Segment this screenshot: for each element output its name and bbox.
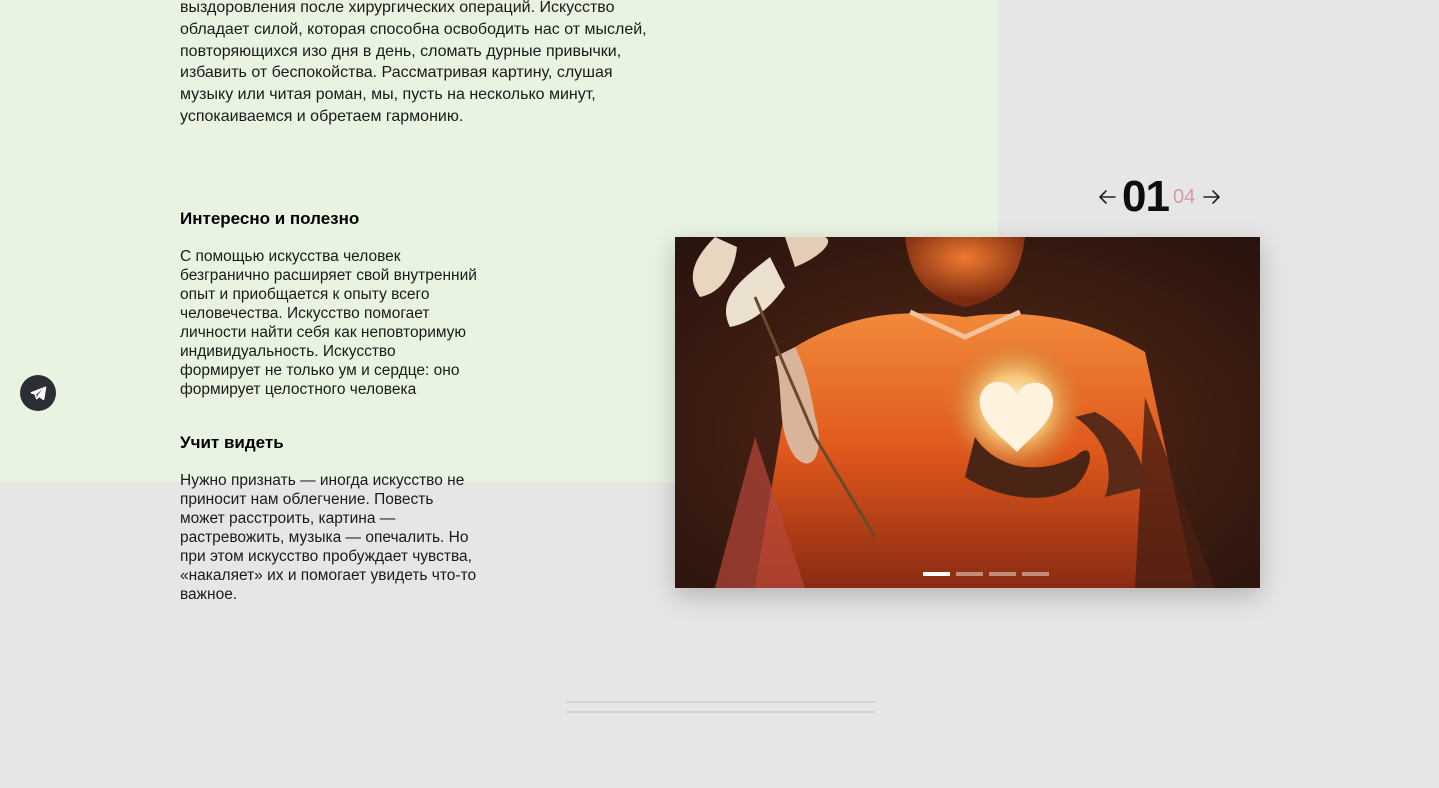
slide-dot-2[interactable] — [956, 572, 983, 576]
footer-divider-bottom — [566, 711, 875, 713]
page: выздоровления после хирургических операц… — [0, 0, 1439, 788]
slide-pagination — [923, 572, 1049, 576]
footer-divider-top — [566, 701, 875, 703]
next-slide-button[interactable] — [1199, 184, 1225, 210]
section-heading-interesting: Интересно и полезно — [180, 209, 360, 228]
painting-image — [675, 237, 1260, 588]
arrow-left-icon — [1099, 190, 1116, 204]
section-text-interesting: С помощью искусства человек безгранично … — [180, 248, 477, 398]
prev-slide-button[interactable] — [1094, 184, 1120, 210]
arrow-right-icon — [1203, 190, 1221, 204]
section-text-teaches-to-see: Нужно признать — иногда искусство не при… — [180, 472, 477, 603]
counter-total: 04 — [1172, 186, 1196, 208]
intro-paragraph: выздоровления после хирургических операц… — [180, 0, 647, 125]
slide-dot-3[interactable] — [989, 572, 1016, 576]
slider-counter: 01 04 — [1094, 172, 1225, 222]
section-heading-teaches-to-see: Учит видеть — [180, 433, 284, 452]
counter-current: 01 — [1122, 172, 1170, 221]
telegram-icon — [30, 386, 47, 401]
slide-dot-1[interactable] — [923, 572, 950, 576]
slide-image[interactable] — [675, 237, 1260, 588]
slide-dot-4[interactable] — [1022, 572, 1049, 576]
telegram-button[interactable] — [20, 375, 56, 411]
